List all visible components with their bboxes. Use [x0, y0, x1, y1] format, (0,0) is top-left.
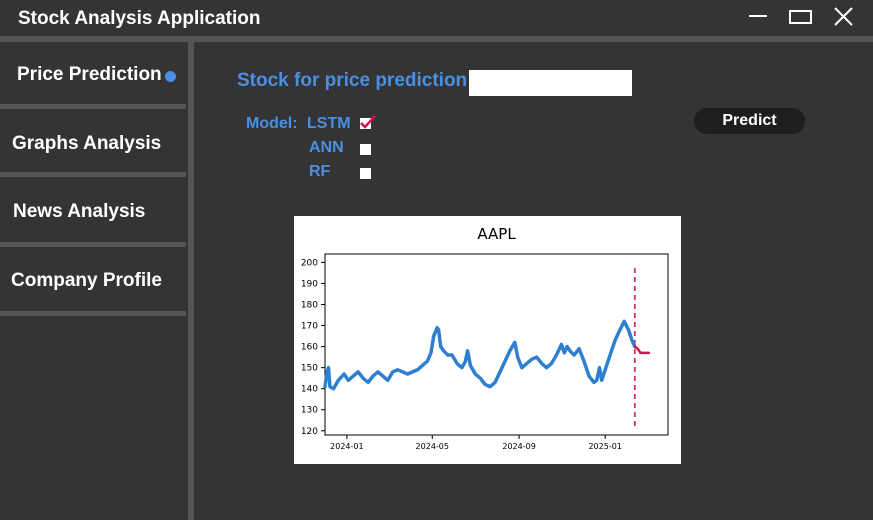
minimize-icon	[749, 15, 767, 17]
y-tick-label: 190	[301, 279, 318, 289]
y-tick-label: 150	[301, 364, 318, 374]
prediction-chart: AAPL 120 130 140 150 160 170 180 190 200 2024-01 20…	[294, 216, 681, 464]
chart-title: AAPL	[477, 225, 516, 243]
chart-svg: AAPL 120 130 140 150 160 170 180 190 200 2024-01 20…	[301, 225, 669, 451]
y-tick-label: 180	[301, 301, 318, 311]
checkmark-icon	[360, 115, 376, 129]
close-icon	[834, 7, 853, 26]
sidebar: Price Prediction Graphs Analysis News An…	[0, 42, 186, 520]
sidebar-separator	[0, 242, 186, 247]
model-rf-checkbox[interactable]	[360, 168, 371, 179]
model-option-ann-label: ANN	[309, 139, 344, 156]
x-tick-label: 2024-05	[416, 442, 449, 451]
y-tick-label: 160	[301, 343, 318, 353]
app-title: Stock Analysis Application	[18, 8, 261, 29]
y-tick-label: 140	[301, 385, 318, 395]
sidebar-separator	[0, 104, 186, 109]
sidebar-item-company-profile[interactable]: Company Profile	[0, 248, 186, 310]
sidebar-item-price-prediction[interactable]: Price Prediction	[0, 42, 186, 104]
sidebar-item-label: Graphs Analysis	[12, 133, 162, 154]
stock-input[interactable]	[469, 70, 632, 96]
active-indicator-icon	[165, 71, 176, 82]
model-option-rf-label: RF	[309, 163, 331, 180]
model-label: Model:	[246, 115, 298, 132]
minimize-button[interactable]	[746, 6, 770, 28]
plot-frame	[324, 253, 669, 436]
sidebar-item-graphs-analysis[interactable]: Graphs Analysis	[0, 111, 186, 173]
y-tick-label: 120	[301, 427, 318, 437]
price-prediction-panel: Stock for price prediction: Model: LSTM …	[194, 42, 873, 520]
y-tick-label: 130	[301, 406, 318, 416]
stock-label: Stock for price prediction:	[237, 70, 474, 91]
sidebar-item-label: Price Prediction	[17, 64, 162, 85]
history-series-line	[323, 319, 637, 391]
prediction-series-line	[633, 345, 651, 355]
close-button[interactable]	[832, 6, 856, 28]
sidebar-item-label: Company Profile	[11, 270, 162, 291]
sidebar-item-label: News Analysis	[13, 201, 146, 222]
model-option-lstm-label: LSTM	[307, 115, 351, 132]
sidebar-separator	[0, 172, 186, 177]
sidebar-item-news-analysis[interactable]: News Analysis	[0, 179, 186, 241]
x-tick-label: 2024-09	[502, 442, 535, 451]
model-lstm-checkbox[interactable]	[360, 115, 376, 129]
maximize-icon	[789, 10, 812, 24]
y-tick-label: 170	[301, 322, 318, 332]
predict-button[interactable]: Predict	[694, 108, 805, 134]
maximize-button[interactable]	[788, 6, 812, 28]
title-bar: Stock Analysis Application	[0, 0, 873, 36]
sidebar-separator	[0, 311, 186, 316]
x-tick-label: 2025-01	[588, 442, 621, 451]
y-tick-label: 200	[301, 258, 318, 268]
x-tick-label: 2024-01	[330, 442, 363, 451]
model-ann-checkbox[interactable]	[360, 144, 371, 155]
